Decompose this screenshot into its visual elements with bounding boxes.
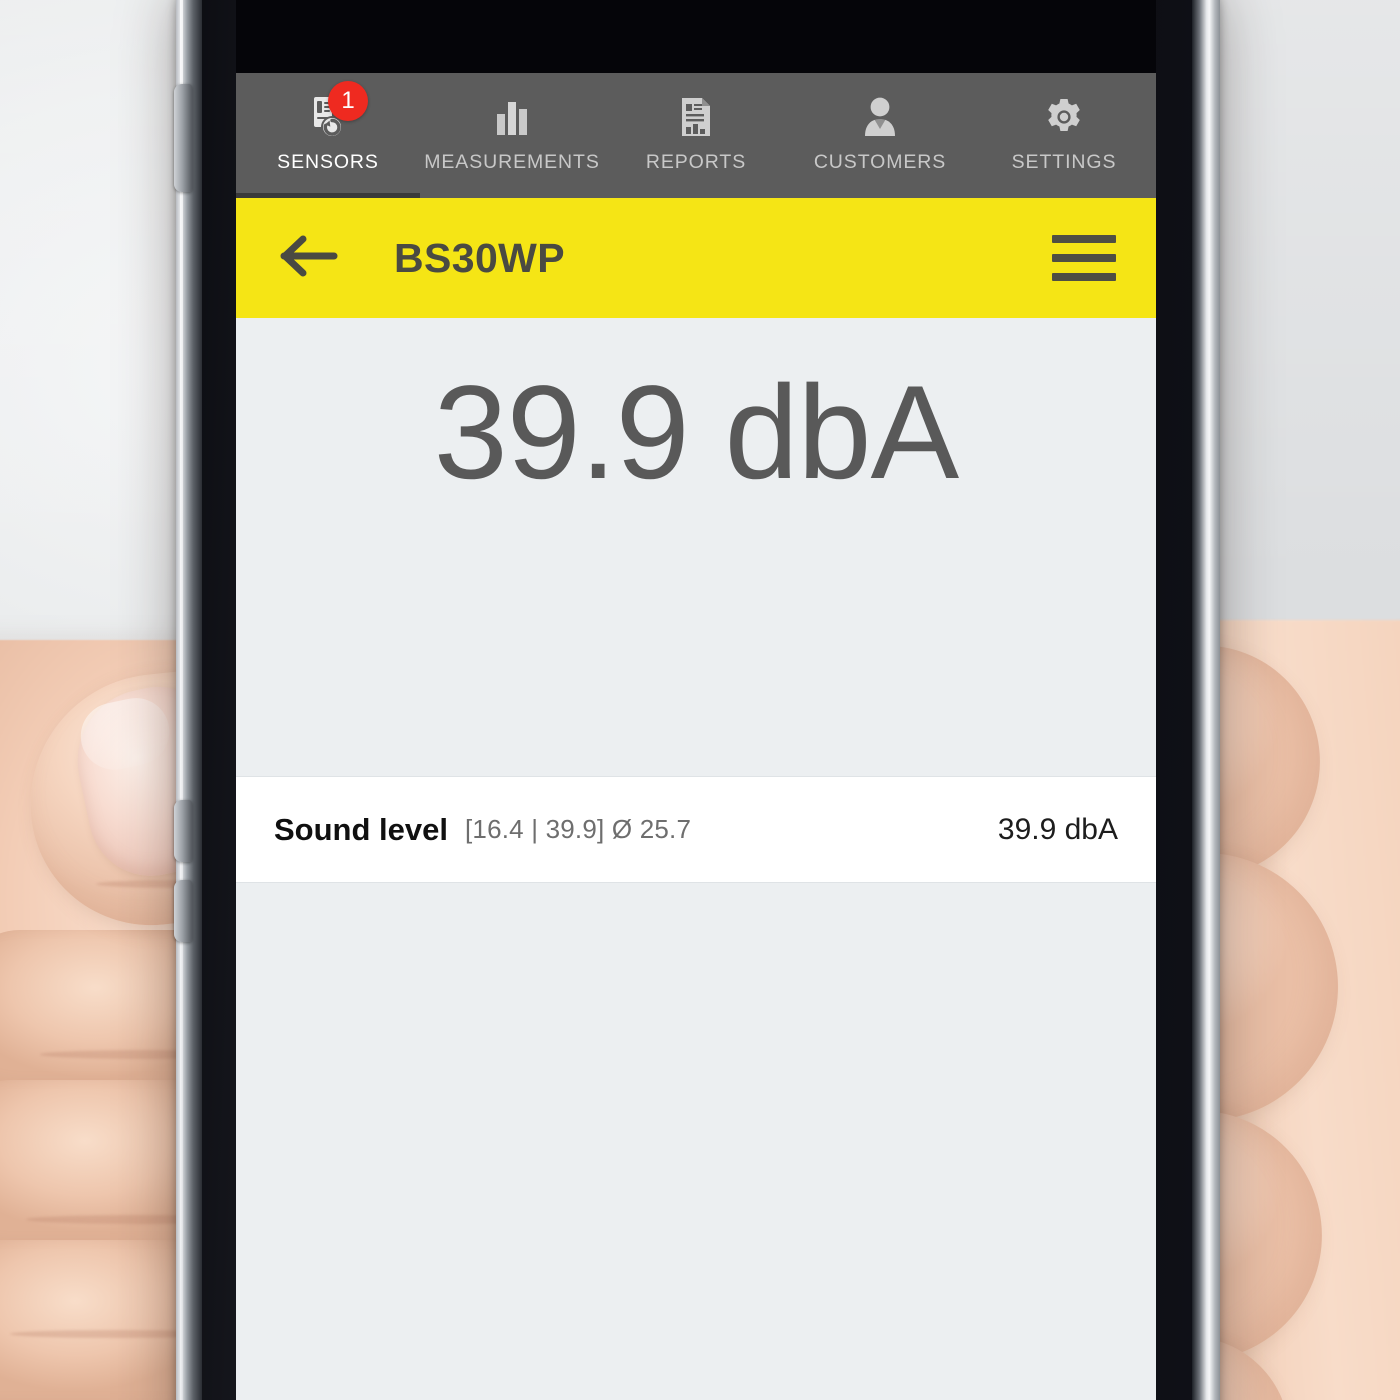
app-bar: BS30WP	[236, 198, 1156, 318]
tab-measurements[interactable]: MEASUREMENTS	[420, 73, 604, 198]
sensor-current-value: 39.9 dbA	[997, 812, 1118, 846]
tab-settings[interactable]: SETTINGS	[972, 73, 1156, 198]
tab-sensors[interactable]: 1 SENSORS	[236, 73, 420, 198]
phone-volume-up-button[interactable]	[174, 800, 192, 862]
menu-bar-3	[1052, 273, 1116, 281]
phone-left-rail	[176, 0, 202, 1400]
phone-power-button[interactable]	[174, 84, 192, 192]
sensors-badge: 1	[328, 81, 368, 121]
status-bar	[236, 0, 1156, 73]
menu-bar-2	[1052, 254, 1116, 262]
empty-list-area	[236, 883, 1156, 1400]
tab-sensors-label: SENSORS	[277, 151, 379, 173]
arrow-left-icon	[280, 233, 338, 284]
phone-volume-down-button[interactable]	[174, 880, 192, 942]
person-icon	[861, 94, 899, 140]
main-tab-bar: 1 SENSORS MEASUREMENTS REPORTS CUSTOMERS…	[236, 73, 1156, 198]
gear-icon	[1044, 94, 1084, 140]
tab-settings-label: SETTINGS	[1011, 151, 1117, 173]
report-document-icon	[678, 94, 714, 140]
page-title: BS30WP	[394, 234, 566, 281]
menu-bar-1	[1052, 235, 1116, 243]
tab-customers-label: CUSTOMERS	[813, 151, 947, 173]
sensor-row-sound-level[interactable]: Sound level [16.4 | 39.9] Ø 25.7 39.9 db…	[236, 776, 1156, 883]
sensor-sync-icon: 1	[308, 81, 368, 140]
tab-customers[interactable]: CUSTOMERS	[788, 73, 972, 198]
back-button[interactable]	[278, 227, 340, 289]
phone-screen: 1 SENSORS MEASUREMENTS REPORTS CUSTOMERS…	[236, 0, 1156, 1400]
tab-reports[interactable]: REPORTS	[604, 73, 788, 198]
tab-measurements-label: MEASUREMENTS	[424, 151, 600, 173]
tab-reports-label: REPORTS	[645, 151, 747, 173]
sensor-name: Sound level	[274, 811, 448, 847]
hamburger-menu-icon[interactable]	[1052, 228, 1116, 288]
primary-reading-value: 39.9 dbA	[433, 359, 959, 507]
sensor-range-stats: [16.4 | 39.9] Ø 25.7	[464, 814, 692, 844]
primary-reading-area: 39.9 dbA	[236, 318, 1156, 776]
phone-right-rail	[1192, 0, 1220, 1400]
bar-chart-icon	[493, 94, 531, 140]
